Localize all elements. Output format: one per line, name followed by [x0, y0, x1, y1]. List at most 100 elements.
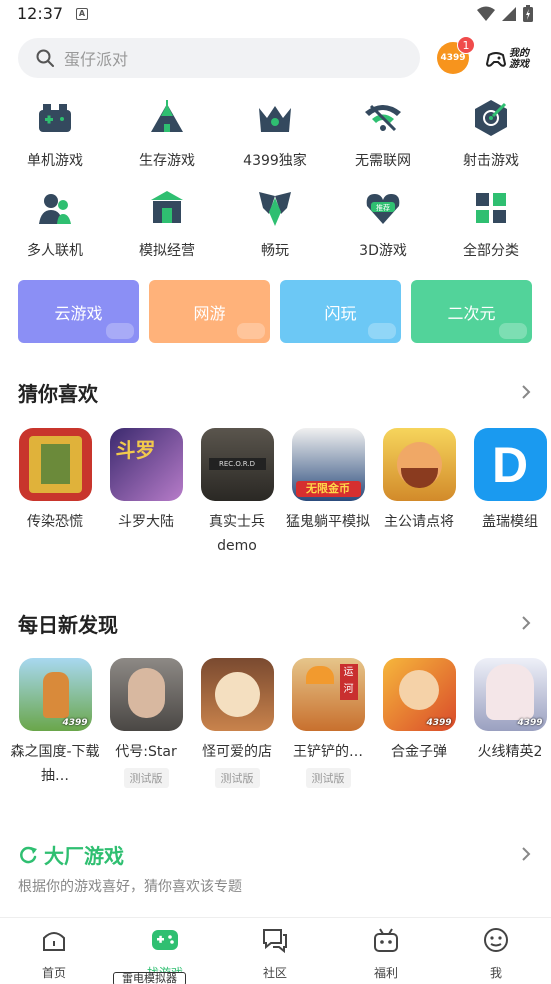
my-games-button[interactable]: 我的 游戏	[485, 42, 535, 76]
game-icon: 无限金币	[291, 428, 365, 501]
game-name: 森之国度-下载抽…	[10, 744, 100, 784]
chevron-right-icon[interactable]	[519, 385, 533, 399]
notification-count-badge: 1	[457, 36, 475, 54]
status-bar: 12:37 A	[0, 0, 551, 28]
category-item[interactable]: 多人联机	[0, 188, 110, 260]
game-item[interactable]: 运河 王铲铲的… 测试版	[283, 658, 373, 788]
nav-welfare[interactable]: 福利	[346, 926, 426, 981]
bottom-nav: 首页 找游戏 社区 福利 我	[0, 917, 551, 984]
home-icon	[43, 932, 65, 951]
game-item[interactable]: REC.O.R.D 真实士兵demo	[192, 428, 282, 558]
find-game-icon	[152, 930, 178, 950]
controller-deco-icon	[106, 323, 134, 339]
category-item[interactable]: 全部分类	[436, 188, 546, 260]
beta-tag: 测试版	[305, 768, 351, 788]
category-item[interactable]: 4399独家	[220, 98, 330, 170]
section-subtitle: 根据你的游戏喜好，猜你喜欢该专题	[18, 879, 242, 895]
game-icon: D	[473, 428, 547, 501]
game-item[interactable]: 斗罗 斗罗大陆	[101, 428, 191, 534]
nav-label: 福利	[373, 966, 398, 980]
game-icon: 斗罗	[109, 428, 183, 501]
search-placeholder: 蛋仔派对	[64, 50, 129, 69]
wings-icon	[259, 192, 291, 226]
chevron-right-icon[interactable]	[519, 616, 533, 630]
controller-deco-icon	[237, 323, 265, 339]
game-item[interactable]: 怪可爱的店 测试版	[192, 658, 282, 788]
beta-tag: 测试版	[214, 768, 260, 788]
beta-tag: 测试版	[123, 768, 169, 788]
chevron-right-icon[interactable]	[519, 847, 533, 861]
category-label: 射击游戏	[463, 153, 519, 169]
corner-badge: 4399	[517, 718, 543, 728]
game-name: 代号:Star	[115, 744, 177, 760]
game-item[interactable]: 4399 合金子弹	[374, 658, 464, 764]
game-item[interactable]: 4399 森之国度-下载抽…	[10, 658, 100, 788]
game-icon	[382, 428, 456, 501]
category-label: 模拟经营	[139, 243, 195, 259]
grid-icon	[476, 193, 506, 223]
category-item[interactable]: 模拟经营	[112, 188, 222, 260]
category-label: 单机游戏	[27, 153, 83, 169]
category-label: 多人联机	[27, 243, 83, 259]
category-label: 生存游戏	[139, 153, 195, 169]
game-icon	[109, 658, 183, 731]
game-name: 猛鬼躺平模拟	[286, 514, 370, 530]
status-icons	[477, 5, 533, 22]
nav-profile[interactable]: 我	[456, 926, 536, 981]
community-icon	[263, 929, 287, 954]
nav-label: 首页	[41, 966, 66, 980]
no-wifi-icon	[365, 104, 401, 132]
heart-recommend-icon: 推荐	[366, 194, 400, 224]
controller-deco-icon	[368, 323, 396, 339]
game-item[interactable]: 主公请点将	[374, 428, 464, 534]
category-item[interactable]: 单机游戏	[0, 98, 110, 170]
nav-community[interactable]: 社区	[235, 926, 315, 981]
game-name: 真实士兵demo	[209, 514, 265, 554]
game-name: 火线精英2	[477, 744, 543, 760]
emulator-tooltip: 雷电模拟器	[113, 972, 186, 984]
tile-online-game[interactable]: 网游	[149, 280, 270, 343]
building-icon	[151, 191, 183, 223]
nav-home[interactable]: 首页	[14, 926, 94, 981]
game-item[interactable]: 代号:Star 测试版	[101, 658, 191, 788]
category-label: 无需联网	[355, 153, 411, 169]
game-item[interactable]: 传染恐慌	[10, 428, 100, 534]
section-title-guess: 猜你喜欢	[18, 382, 98, 406]
battery-icon	[523, 5, 533, 22]
tile-flash-play[interactable]: 闪玩	[280, 280, 401, 343]
game-name: 主公请点将	[384, 514, 454, 530]
category-label: 3D游戏	[359, 243, 407, 259]
category-label: 畅玩	[261, 243, 289, 259]
corner-badge: 4399	[426, 718, 452, 728]
controller-icon	[485, 52, 507, 67]
category-item[interactable]: 生存游戏	[112, 98, 222, 170]
category-item[interactable]: 推荐 3D游戏	[328, 188, 438, 260]
signal-icon	[502, 6, 516, 21]
game-item[interactable]: 无限金币 猛鬼躺平模拟	[283, 428, 373, 534]
game-item[interactable]: D 盖瑞模组	[465, 428, 551, 534]
tile-cloud-game[interactable]: 云游戏	[18, 280, 139, 343]
game-icon	[18, 428, 92, 501]
game-icon: 运河	[291, 658, 365, 731]
game-name: 盖瑞模组	[482, 514, 538, 530]
game-icon: REC.O.R.D	[200, 428, 274, 501]
refresh-icon	[20, 846, 37, 863]
status-indicator-icon: A	[76, 8, 88, 20]
game-name: 斗罗大陆	[118, 514, 174, 530]
category-item[interactable]: 无需联网	[328, 98, 438, 170]
gamepad-icon	[39, 104, 71, 132]
section-title-daily: 每日新发现	[18, 613, 118, 637]
controller-deco-icon	[499, 323, 527, 339]
category-item[interactable]: 畅玩	[220, 188, 330, 260]
category-label: 全部分类	[463, 243, 519, 259]
game-name: 合金子弹	[391, 744, 447, 760]
search-bar[interactable]: 蛋仔派对	[18, 38, 420, 78]
download-manager-button[interactable]: 4399 1	[437, 36, 475, 74]
nav-label: 我	[489, 966, 502, 980]
game-item[interactable]: 4399 火线精英2	[465, 658, 551, 764]
tile-anime[interactable]: 二次元	[411, 280, 532, 343]
category-item[interactable]: 射击游戏	[436, 98, 546, 170]
game-icon	[200, 658, 274, 731]
target-icon	[475, 100, 507, 136]
multiplayer-icon	[39, 194, 71, 224]
